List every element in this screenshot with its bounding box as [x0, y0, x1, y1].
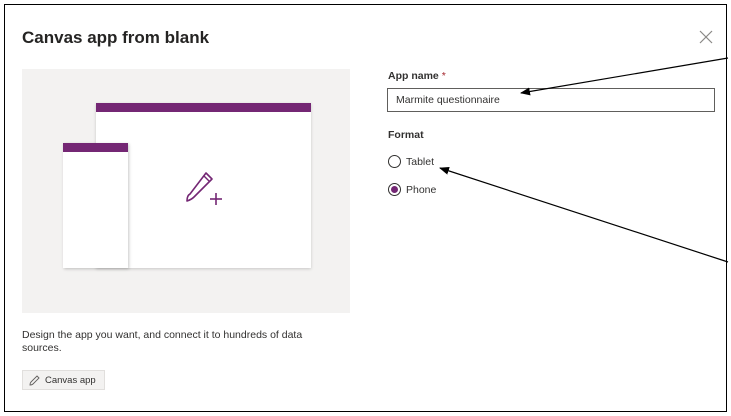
- arrow-to-app-name: [520, 57, 729, 96]
- arrow-to-tablet: [439, 166, 729, 263]
- annotation-arrows: [439, 57, 729, 263]
